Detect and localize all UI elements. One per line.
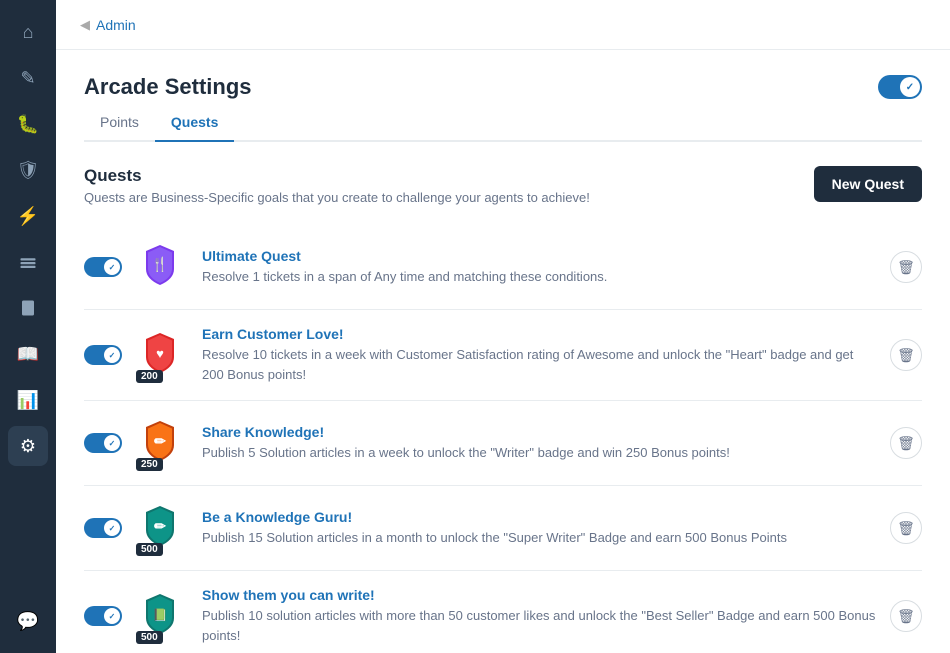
sidebar-item-report[interactable]	[8, 288, 48, 328]
quest-item: ✓ ✏ 250 Share Knowledge! Publish 5 Solut…	[84, 401, 922, 486]
quest-1-text: Ultimate Quest Resolve 1 tickets in a sp…	[202, 248, 876, 287]
quest-4-desc: Publish 15 Solution articles in a month …	[202, 528, 876, 548]
quest-5-badge: 📗 500	[136, 590, 188, 642]
svg-text:📗: 📗	[153, 608, 168, 622]
section-header: Quests Quests are Business-Specific goal…	[84, 166, 922, 205]
trash-icon: 🗑	[897, 435, 915, 452]
quest-item: ✓ 📗 500 Show them you can write! Publish…	[84, 571, 922, 653]
quest-2-desc: Resolve 10 tickets in a week with Custom…	[202, 345, 876, 384]
section-description: Quests are Business-Specific goals that …	[84, 190, 590, 205]
quest-5-title[interactable]: Show them you can write!	[202, 587, 876, 603]
sidebar-item-chart[interactable]: 📊	[8, 380, 48, 420]
quest-3-badge: ✏ 250	[136, 417, 188, 469]
sidebar-item-settings[interactable]: ⚙	[8, 426, 48, 466]
quest-3-title[interactable]: Share Knowledge!	[202, 424, 876, 440]
quest-3-points: 250	[136, 458, 163, 471]
page-title: Arcade Settings	[84, 74, 252, 100]
sidebar-item-book[interactable]: 📖	[8, 334, 48, 374]
main-content: ◀ Admin Arcade Settings ✓ Points Quests …	[56, 0, 950, 653]
svg-text:🍴: 🍴	[151, 256, 168, 273]
sidebar-item-edit[interactable]: ✎	[8, 58, 48, 98]
quest-item: ✓ ♥ 200 Earn Customer Love! Resolve 10 t…	[84, 310, 922, 401]
quest-1-title[interactable]: Ultimate Quest	[202, 248, 876, 264]
quest-1-desc: Resolve 1 tickets in a span of Any time …	[202, 267, 876, 287]
trash-icon: 🗑	[897, 259, 915, 276]
quest-4-toggle[interactable]: ✓	[84, 518, 122, 538]
page-header-row: Arcade Settings ✓	[84, 74, 922, 100]
quest-item: ✓ ✏ 500 Be a Knowledge Guru! Publish 15 …	[84, 486, 922, 571]
toggle-check-icon: ✓	[906, 82, 914, 93]
quest-5-toggle[interactable]: ✓	[84, 606, 122, 626]
sidebar-item-home[interactable]: ⌂	[8, 12, 48, 52]
sidebar-item-bug[interactable]: 🐛	[8, 104, 48, 144]
quest-3-text: Share Knowledge! Publish 5 Solution arti…	[202, 424, 876, 463]
content-area: Arcade Settings ✓ Points Quests Quests Q…	[56, 50, 950, 653]
arcade-settings-toggle[interactable]: ✓	[878, 75, 922, 99]
quest-5-text: Show them you can write! Publish 10 solu…	[202, 587, 876, 645]
topbar: ◀ Admin	[56, 0, 950, 50]
breadcrumb-arrow: ◀	[80, 17, 90, 33]
quest-5-desc: Publish 10 solution articles with more t…	[202, 606, 876, 645]
quest-1-delete-button[interactable]: 🗑	[890, 251, 922, 283]
quest-4-title[interactable]: Be a Knowledge Guru!	[202, 509, 876, 525]
quest-3-toggle[interactable]: ✓	[84, 433, 122, 453]
quest-2-toggle[interactable]: ✓	[84, 345, 122, 365]
quest-list: ✓ 🍴 Ultimate Quest Resolve 1 tickets in …	[84, 225, 922, 653]
quest-3-desc: Publish 5 Solution articles in a week to…	[202, 443, 876, 463]
sidebar: ⌂ ✎ 🐛 🛡 ⚡ 📖 📊 ⚙ 💬	[0, 0, 56, 653]
quest-1-toggle[interactable]: ✓	[84, 257, 122, 277]
quest-5-points: 500	[136, 631, 163, 644]
quest-4-points: 500	[136, 543, 163, 556]
new-quest-button[interactable]: New Quest	[814, 166, 922, 202]
quest-3-delete-button[interactable]: 🗑	[890, 427, 922, 459]
quest-2-title[interactable]: Earn Customer Love!	[202, 326, 876, 342]
svg-text:✏: ✏	[154, 433, 167, 449]
svg-text:♥: ♥	[156, 346, 164, 361]
quest-2-points: 200	[136, 370, 163, 383]
quest-2-badge: ♥ 200	[136, 329, 188, 381]
sidebar-item-chat[interactable]: 💬	[8, 601, 48, 641]
quest-5-delete-button[interactable]: 🗑	[890, 600, 922, 632]
breadcrumb-admin-link[interactable]: Admin	[96, 17, 136, 33]
svg-text:✏: ✏	[154, 518, 167, 534]
sidebar-item-layers[interactable]	[8, 242, 48, 282]
tab-quests[interactable]: Quests	[155, 104, 234, 142]
sidebar-item-lightning[interactable]: ⚡	[8, 196, 48, 236]
sidebar-item-shield[interactable]: 🛡	[8, 150, 48, 190]
quest-4-badge: ✏ 500	[136, 502, 188, 554]
quest-4-text: Be a Knowledge Guru! Publish 15 Solution…	[202, 509, 876, 548]
tab-points[interactable]: Points	[84, 104, 155, 142]
trash-icon: 🗑	[897, 520, 915, 537]
trash-icon: 🗑	[897, 608, 915, 625]
quest-2-text: Earn Customer Love! Resolve 10 tickets i…	[202, 326, 876, 384]
trash-icon: 🗑	[897, 347, 915, 364]
quest-item: ✓ 🍴 Ultimate Quest Resolve 1 tickets in …	[84, 225, 922, 310]
section-title: Quests	[84, 166, 590, 186]
quest-1-badge: 🍴	[136, 241, 188, 293]
tabs-bar: Points Quests	[84, 104, 922, 142]
quest-2-delete-button[interactable]: 🗑	[890, 339, 922, 371]
quest-4-delete-button[interactable]: 🗑	[890, 512, 922, 544]
